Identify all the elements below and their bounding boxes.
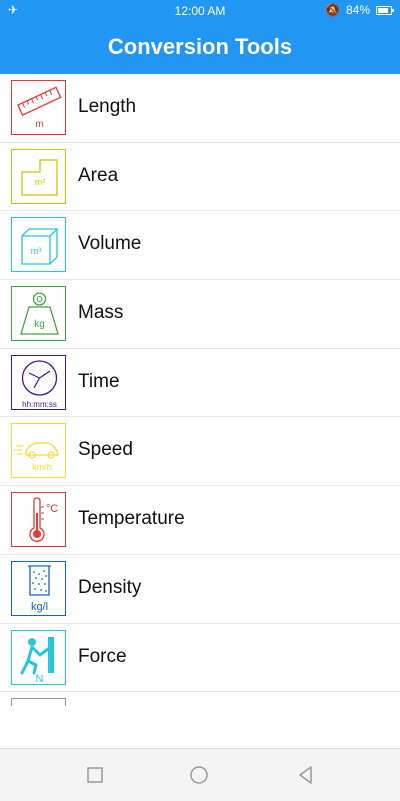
list-item-temperature[interactable]: °C Temperature	[0, 486, 400, 555]
weight-icon: kg	[11, 286, 66, 342]
battery-icon	[376, 5, 394, 15]
item-label: Temperature	[78, 508, 185, 530]
icon-unit-text: m³	[31, 246, 42, 256]
item-label: Speed	[78, 439, 133, 461]
list-item-partial[interactable]	[0, 692, 400, 707]
car-speed-icon: km/h	[11, 423, 66, 479]
page-title: Conversion Tools	[107, 34, 293, 59]
icon-unit-text: kg/l	[31, 601, 48, 613]
status-bar: ✈ 12:00 AM 🔕 84%	[0, 0, 400, 22]
icon-unit-text: m²	[35, 177, 46, 187]
list-item-density[interactable]: kg/l Density	[0, 555, 400, 624]
list-item-mass[interactable]: kg Mass	[0, 280, 400, 349]
icon-unit-text: °C	[46, 503, 58, 515]
list-item-area[interactable]: m² Area	[0, 143, 400, 212]
back-button[interactable]	[296, 765, 316, 785]
clock-icon: hh:mm:ss	[11, 354, 66, 410]
list-item-volume[interactable]: m³ Volume	[0, 211, 400, 281]
ruler-icon: m	[11, 80, 66, 135]
force-push-icon: N	[11, 629, 66, 685]
item-label: Area	[78, 164, 119, 186]
item-label: Force	[78, 645, 127, 667]
list-item-speed[interactable]: km/h Speed	[0, 417, 400, 487]
list-item-force[interactable]: N Force	[0, 624, 400, 693]
partial-icon	[11, 698, 66, 707]
notification-muted-icon: 🔕	[325, 3, 340, 17]
item-label: Volume	[78, 233, 142, 255]
density-jar-icon: kg/l	[11, 560, 66, 616]
icon-unit-text: m	[35, 119, 43, 130]
icon-unit-text: hh:mm:ss	[22, 400, 57, 409]
home-button[interactable]	[189, 765, 209, 785]
volume-cube-icon: m³	[11, 217, 66, 273]
item-label: Density	[78, 576, 142, 598]
area-icon: m²	[11, 148, 66, 204]
conversion-list[interactable]: m Length m² Area m³ Volume kg Mass hh:mm…	[0, 74, 400, 748]
battery-percent: 84%	[345, 3, 370, 17]
item-label: Mass	[78, 302, 124, 324]
icon-unit-text: kg	[34, 319, 45, 330]
item-label: Time	[78, 370, 120, 392]
list-item-length[interactable]: m Length	[0, 74, 400, 143]
item-label: Length	[78, 96, 137, 117]
list-item-time[interactable]: hh:mm:ss Time	[0, 349, 400, 418]
status-right: 🔕 84%	[325, 3, 394, 17]
icon-unit-text: km/h	[32, 462, 52, 472]
recent-apps-button[interactable]	[85, 765, 105, 785]
app-bar: Conversion Tools	[0, 22, 400, 74]
icon-unit-text: N	[36, 673, 44, 685]
battery-level-fill	[378, 7, 389, 13]
system-nav-bar	[0, 748, 400, 801]
thermometer-icon: °C	[11, 492, 66, 548]
